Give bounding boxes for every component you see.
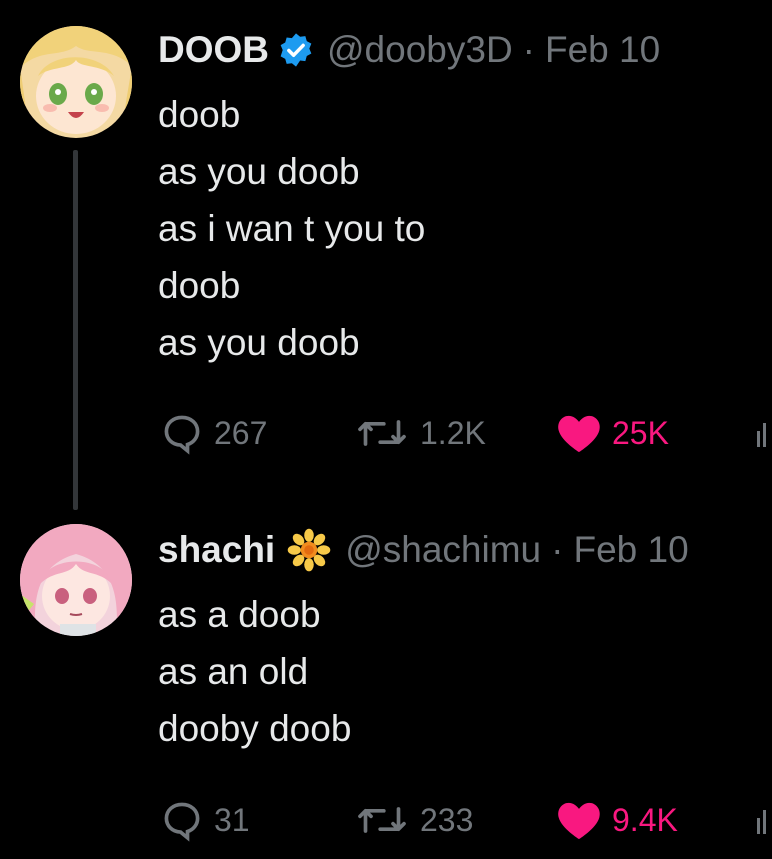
tweet-line: as a doob <box>158 594 321 635</box>
retweet-count: 233 <box>420 801 474 838</box>
thread-connector-line <box>73 150 78 510</box>
tweet-1[interactable]: DOOB @dooby3D · Feb 10 doob as you doob … <box>0 0 772 510</box>
display-name[interactable]: DOOB <box>158 28 269 72</box>
tweet-2[interactable]: shachi @shachimu · Feb 10 as a doob as a… <box>0 500 772 859</box>
like-button[interactable]: 25K <box>556 409 669 457</box>
like-count: 25K <box>612 414 669 451</box>
tweet-text: doob as you doob as i wan t you to doob … <box>158 86 425 371</box>
tweet-line: as you doob <box>158 322 360 363</box>
tweet-line: doob <box>158 94 241 135</box>
retweet-button[interactable]: 233 <box>354 796 473 844</box>
reply-bubble-icon <box>164 415 200 455</box>
tweet-header: shachi @shachimu · Feb 10 <box>158 528 689 572</box>
user-handle[interactable]: @dooby3D <box>327 28 513 72</box>
tweet-date[interactable]: Feb 10 <box>573 528 688 572</box>
retweet-icon <box>358 807 406 833</box>
heart-filled-icon <box>558 802 600 840</box>
like-count: 9.4K <box>612 801 678 838</box>
avatar-doob[interactable] <box>20 26 132 138</box>
tweet-line: doob <box>158 265 241 306</box>
separator-dot: · <box>551 529 564 570</box>
views-bar-icon[interactable] <box>756 419 768 447</box>
tweet-line: as an old <box>158 651 309 692</box>
verified-check-icon[interactable] <box>277 31 315 69</box>
sunflower-icon <box>287 528 331 572</box>
views-bar-icon[interactable] <box>756 806 768 834</box>
user-handle[interactable]: @shachimu <box>345 528 541 572</box>
reply-button[interactable]: 267 <box>160 409 267 457</box>
tweet-text: as a doob as an old dooby doob <box>158 586 351 757</box>
retweet-button[interactable]: 1.2K <box>354 409 486 457</box>
reply-button[interactable]: 31 <box>160 796 250 844</box>
avatar-shachi[interactable] <box>20 524 132 636</box>
tweet-actions: 31 233 9.4K <box>158 796 772 844</box>
like-button[interactable]: 9.4K <box>556 796 678 844</box>
tweet-date[interactable]: Feb 10 <box>545 28 660 72</box>
retweet-count: 1.2K <box>420 414 486 451</box>
reply-count: 31 <box>214 801 250 838</box>
tweet-actions: 267 1.2K 25K <box>158 409 772 457</box>
heart-filled-icon <box>558 415 600 453</box>
retweet-icon <box>358 420 406 446</box>
tweet-header: DOOB @dooby3D · Feb 10 <box>158 28 660 72</box>
tweet-line: as i wan t you to <box>158 208 426 249</box>
reply-count: 267 <box>214 414 268 451</box>
separator-dot: · <box>522 29 535 70</box>
tweet-line: as you doob <box>158 151 360 192</box>
display-name[interactable]: shachi <box>158 528 275 572</box>
tweet-line: dooby doob <box>158 708 352 749</box>
reply-bubble-icon <box>164 802 200 842</box>
